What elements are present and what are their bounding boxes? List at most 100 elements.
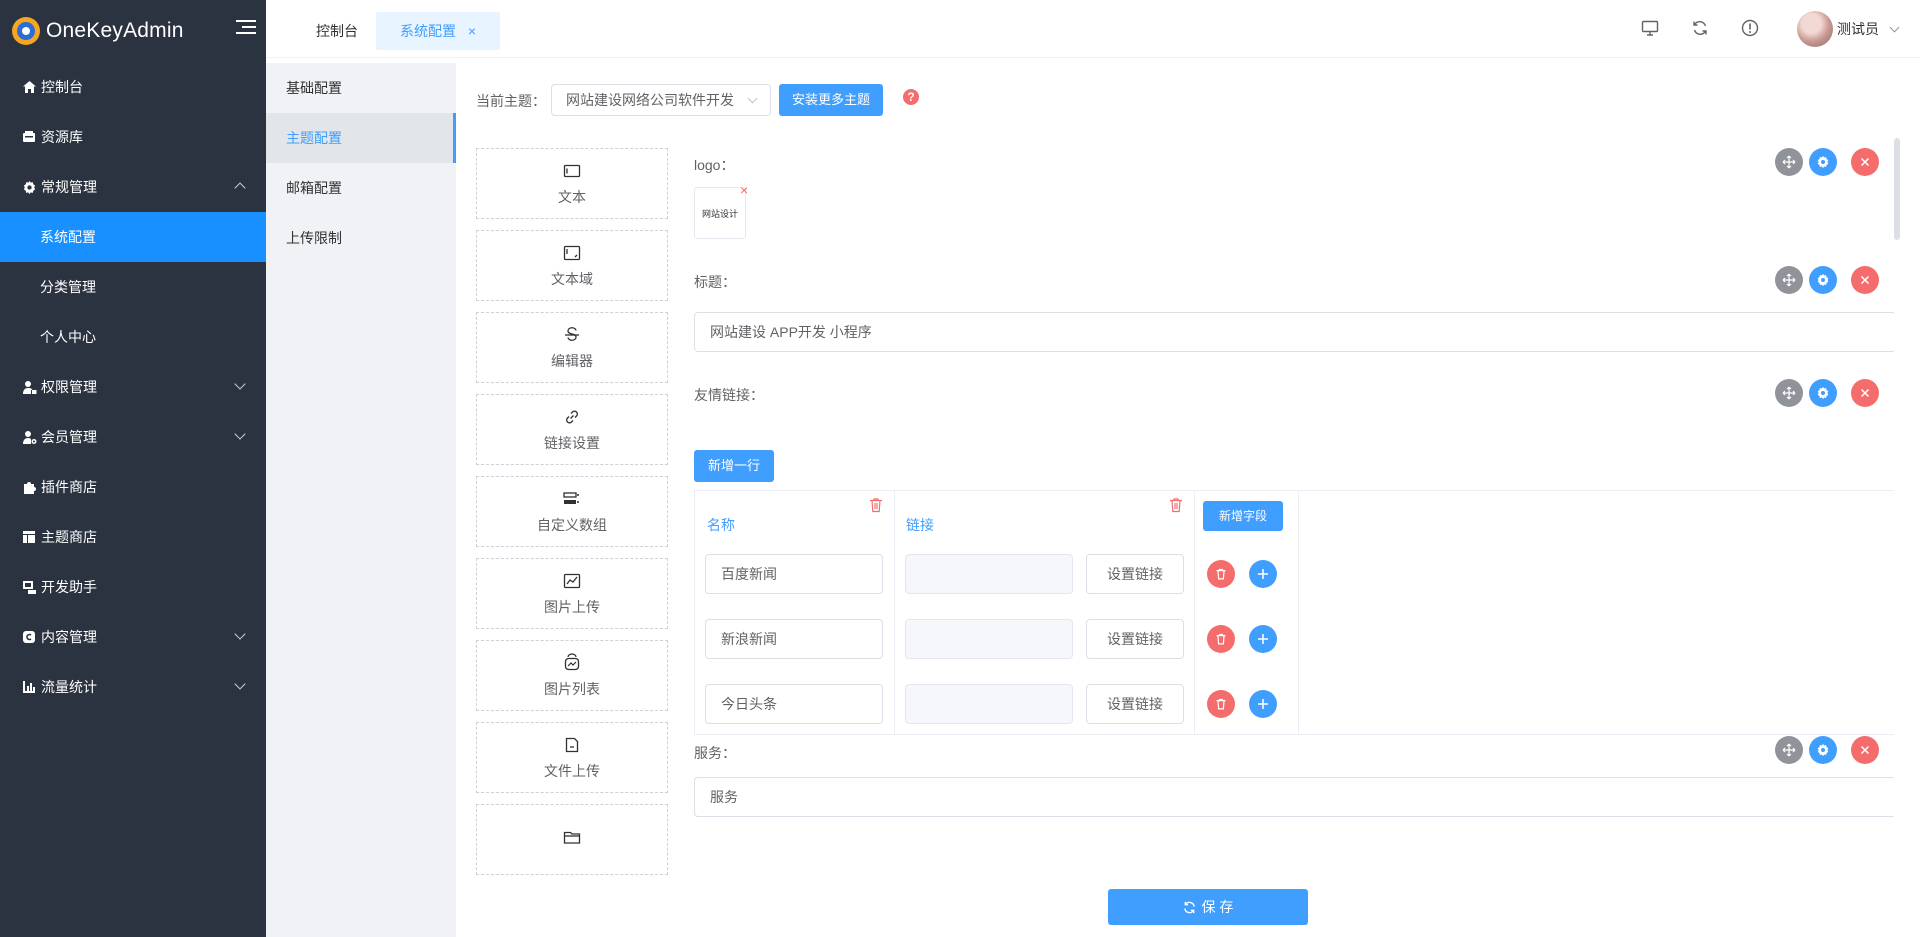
refresh-icon[interactable] <box>1690 18 1710 38</box>
config-nav-theme[interactable]: 主题配置 <box>266 113 456 163</box>
content-icon <box>20 628 38 646</box>
settings-icon[interactable] <box>1809 266 1837 294</box>
sidebar-item-label: 常规管理 <box>41 179 97 195</box>
add-row-button[interactable]: 新增一行 <box>694 450 774 482</box>
settings-icon[interactable] <box>1809 148 1837 176</box>
palette-item-text[interactable]: 文本 <box>476 148 668 219</box>
sidebar-item-members[interactable]: 会员管理 <box>0 412 266 462</box>
sidebar-item-label: 主题商店 <box>41 529 97 545</box>
close-icon[interactable] <box>1851 266 1879 294</box>
sidebar-item-traffic[interactable]: 流量统计 <box>0 662 266 712</box>
link-url-input[interactable] <box>905 684 1073 724</box>
close-icon[interactable] <box>1851 379 1879 407</box>
palette-item-label: 图片上传 <box>544 598 600 615</box>
textarea-icon <box>563 245 581 260</box>
delete-row-icon[interactable] <box>1207 690 1235 718</box>
settings-icon[interactable] <box>1809 379 1837 407</box>
set-link-button[interactable]: 设置链接 <box>1086 684 1184 724</box>
form-scrollbar[interactable] <box>1894 138 1900 240</box>
palette-item-image-list[interactable]: 图片列表 <box>476 640 668 711</box>
sidebar-item-dev-helper[interactable]: 开发助手 <box>0 562 266 612</box>
palette-item-folder[interactable] <box>476 804 668 875</box>
close-icon[interactable] <box>1851 148 1879 176</box>
link-name-input[interactable]: 今日头条 <box>705 684 883 724</box>
palette-item-image-upload[interactable]: 图片上传 <box>476 558 668 629</box>
help-icon[interactable]: ? <box>903 89 919 105</box>
sidebar-item-system-config[interactable]: 系统配置 <box>0 212 266 262</box>
sidebar-item-general[interactable]: 常规管理 <box>0 162 266 212</box>
palette-item-array[interactable]: 自定义数组 <box>476 476 668 547</box>
sidebar-item-dashboard[interactable]: 控制台 <box>0 62 266 112</box>
config-nav-mail[interactable]: 邮箱配置 <box>266 163 456 213</box>
move-icon[interactable] <box>1775 379 1803 407</box>
palette-item-editor[interactable]: 编辑器 <box>476 312 668 383</box>
user-gear-icon <box>20 428 38 446</box>
delete-column-icon[interactable] <box>869 497 883 513</box>
set-link-button[interactable]: 设置链接 <box>1086 554 1184 594</box>
column-header-link: 链接 <box>906 517 934 533</box>
tab-system-config[interactable]: 系统配置 × <box>376 12 500 50</box>
sidebar-item-themes[interactable]: 主题商店 <box>0 512 266 562</box>
sidebar-item-label: 流量统计 <box>41 679 97 695</box>
add-row-icon[interactable] <box>1249 625 1277 653</box>
sidebar-item-resources[interactable]: 资源库 <box>0 112 266 162</box>
info-icon[interactable] <box>1740 18 1760 38</box>
sidebar-item-content[interactable]: 内容管理 <box>0 612 266 662</box>
settings-icon[interactable] <box>1809 736 1837 764</box>
title-input[interactable]: 网站建设 APP开发 小程序 <box>694 312 1894 352</box>
monitor-icon[interactable] <box>1640 18 1660 38</box>
theme-select[interactable]: 网站建设网络公司软件开发 <box>551 84 771 116</box>
palette-item-label: 自定义数组 <box>537 516 607 533</box>
set-link-button[interactable]: 设置链接 <box>1086 619 1184 659</box>
config-nav-basic[interactable]: 基础配置 <box>266 63 456 113</box>
palette-item-label: 链接设置 <box>544 434 600 451</box>
delete-row-icon[interactable] <box>1207 560 1235 588</box>
palette-item-textarea[interactable]: 文本域 <box>476 230 668 301</box>
delete-column-icon[interactable] <box>1169 497 1183 513</box>
sidebar-item-profile[interactable]: 个人中心 <box>0 312 266 362</box>
folder-icon <box>563 831 581 844</box>
logo-image: 网站设计 <box>694 187 746 239</box>
sidebar-collapse-icon[interactable] <box>236 20 256 38</box>
install-more-themes-button[interactable]: 安装更多主题 <box>779 84 883 116</box>
save-bar: 保 存 <box>456 876 1920 937</box>
layout-icon <box>20 528 38 546</box>
move-icon[interactable] <box>1775 736 1803 764</box>
link-url-input[interactable] <box>905 554 1073 594</box>
sidebar-item-category[interactable]: 分类管理 <box>0 262 266 312</box>
app-logo-icon <box>12 17 40 45</box>
move-icon[interactable] <box>1775 148 1803 176</box>
add-row-icon[interactable] <box>1249 560 1277 588</box>
palette-item-file-upload[interactable]: 文件上传 <box>476 722 668 793</box>
palette-item-label: 文件上传 <box>544 762 600 779</box>
move-icon[interactable] <box>1775 266 1803 294</box>
tab-label: 控制台 <box>316 23 358 39</box>
delete-row-icon[interactable] <box>1207 625 1235 653</box>
sidebar-item-label: 权限管理 <box>41 379 97 395</box>
column-header-name: 名称 <box>707 517 735 533</box>
chevron-down-icon <box>234 428 246 440</box>
save-button[interactable]: 保 存 <box>1108 889 1308 925</box>
close-icon[interactable] <box>1851 736 1879 764</box>
tab-close-icon[interactable]: × <box>468 23 476 39</box>
remove-logo-icon[interactable]: × <box>740 182 748 198</box>
sidebar: OneKeyAdmin 控制台 资源库 常规管理 系统配置 分类管理 个人中心 … <box>0 0 266 937</box>
title-field-label: 标题： <box>694 274 736 290</box>
palette-item-link[interactable]: 链接设置 <box>476 394 668 465</box>
add-field-button[interactable]: 新增字段 <box>1203 501 1283 531</box>
chevron-down-icon <box>747 93 758 104</box>
app-name: OneKeyAdmin <box>46 19 184 42</box>
user-menu[interactable]: 测试员 <box>1797 10 1900 48</box>
sidebar-item-plugins[interactable]: 插件商店 <box>0 462 266 512</box>
config-nav-upload[interactable]: 上传限制 <box>266 213 456 263</box>
link-name-input[interactable]: 新浪新闻 <box>705 619 883 659</box>
service-input[interactable]: 服务 <box>694 777 1894 817</box>
palette-item-label: 编辑器 <box>551 352 593 369</box>
add-row-icon[interactable] <box>1249 690 1277 718</box>
tab-dashboard[interactable]: 控制台 <box>316 12 358 50</box>
sidebar-item-permissions[interactable]: 权限管理 <box>0 362 266 412</box>
top-bar: 控制台 系统配置 × 测试员 <box>266 0 1920 58</box>
link-url-input[interactable] <box>905 619 1073 659</box>
theme-select-value: 网站建设网络公司软件开发 <box>566 92 734 108</box>
link-name-input[interactable]: 百度新闻 <box>705 554 883 594</box>
